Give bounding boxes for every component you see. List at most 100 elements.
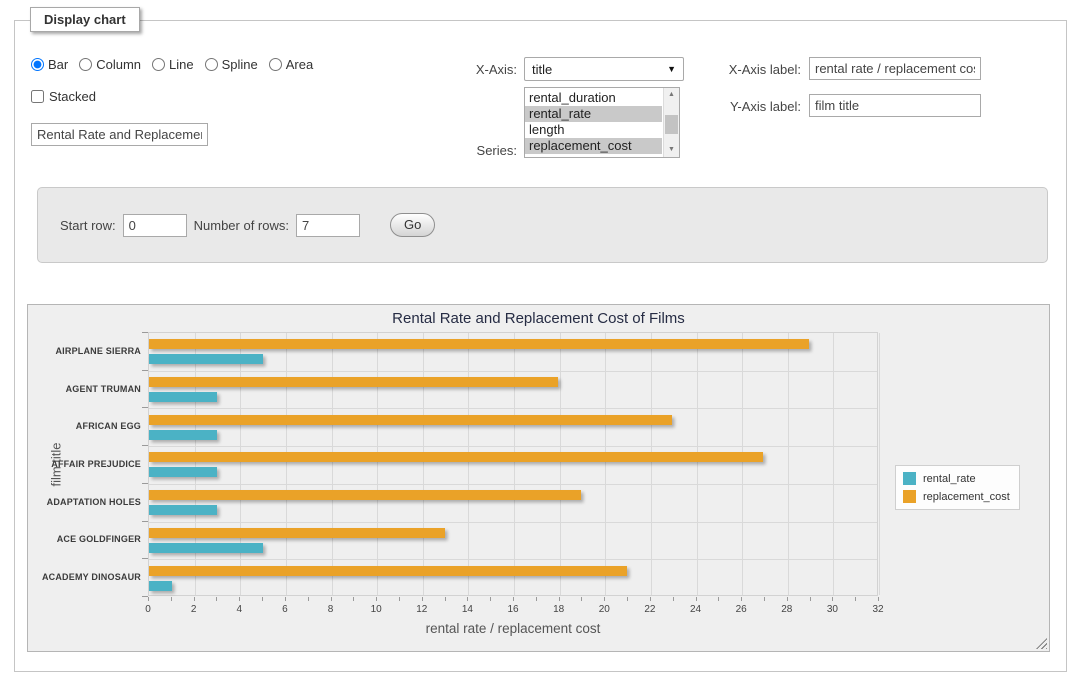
- x-tick-label: 30: [827, 604, 838, 615]
- x-tick: [239, 597, 240, 601]
- series-option-rental_duration[interactable]: rental_duration: [525, 90, 662, 106]
- panel-legend: Display chart: [30, 7, 140, 32]
- replacement_cost-bar: [149, 490, 581, 500]
- chart-type-option-line[interactable]: Line: [152, 57, 194, 72]
- x-tick-label: 32: [872, 604, 883, 615]
- chart-type-radio-bar[interactable]: [31, 58, 44, 71]
- x-tick-label: 18: [553, 604, 564, 615]
- category-label: AIRPLANE SIERRA: [28, 346, 141, 356]
- x-tick: [741, 597, 742, 601]
- x-tick: [855, 597, 856, 601]
- series-listbox[interactable]: rental_durationrental_ratelengthreplacem…: [524, 87, 680, 158]
- resize-grip-icon[interactable]: [1036, 638, 1047, 649]
- x-tick: [331, 597, 332, 601]
- x-tick: [718, 597, 719, 601]
- chart-type-radio-column[interactable]: [79, 58, 92, 71]
- chart-type-option-column[interactable]: Column: [79, 57, 141, 72]
- category-label: ADAPTATION HOLES: [28, 497, 141, 507]
- stacked-checkbox[interactable]: [31, 90, 44, 103]
- bar-chart: Rental Rate and Replacement Cost of Film…: [27, 304, 1050, 652]
- start-row-label: Start row:: [60, 218, 116, 233]
- x-axis-select[interactable]: title ▼: [524, 57, 684, 81]
- chart-title-input[interactable]: [31, 123, 208, 146]
- start-row-input[interactable]: [123, 214, 187, 237]
- chart-type-radio-line[interactable]: [152, 58, 165, 71]
- x-tick: [673, 597, 674, 601]
- series-select-label: Series:: [461, 143, 517, 158]
- gridline: [879, 333, 880, 595]
- category-label: AFFAIR PREJUDICE: [28, 459, 141, 469]
- y-tick: [142, 407, 148, 408]
- x-tick: [490, 597, 491, 601]
- legend-swatch-icon: [903, 490, 916, 503]
- category-label: ACE GOLDFINGER: [28, 534, 141, 544]
- chart-type-option-bar[interactable]: Bar: [31, 57, 68, 72]
- x-tick: [467, 597, 468, 601]
- bar-group-ace-goldfinger: [149, 522, 877, 560]
- x-tick: [787, 597, 788, 601]
- bar-group-airplane-sierra: [149, 333, 877, 371]
- replacement_cost-bar: [149, 415, 672, 425]
- x-tick: [262, 597, 263, 601]
- go-button[interactable]: Go: [390, 213, 435, 237]
- x-tick: [148, 597, 149, 601]
- chart-type-option-spline[interactable]: Spline: [205, 57, 258, 72]
- x-axis-label-input[interactable]: [809, 57, 981, 80]
- rental_rate-bar: [149, 430, 217, 440]
- x-tick: [194, 597, 195, 601]
- rental_rate-bar: [149, 581, 172, 591]
- y-axis-label-input[interactable]: [809, 94, 981, 117]
- chart-type-option-area[interactable]: Area: [269, 57, 313, 72]
- x-tick-label: 22: [644, 604, 655, 615]
- y-tick: [142, 558, 148, 559]
- y-tick: [142, 445, 148, 446]
- series-scrollbar[interactable]: ▲ ▼: [663, 88, 679, 157]
- series-option-rental_rate[interactable]: rental_rate: [525, 106, 662, 122]
- series-option-length[interactable]: length: [525, 122, 662, 138]
- replacement_cost-bar: [149, 566, 627, 576]
- chart-type-radio-label: Line: [169, 57, 194, 72]
- x-tick: [422, 597, 423, 601]
- bar-group-affair-prejudice: [149, 446, 877, 484]
- x-tick: [764, 597, 765, 601]
- legend-swatch-icon: [903, 472, 916, 485]
- scroll-down-icon[interactable]: ▼: [664, 143, 679, 157]
- x-tick-label: 14: [462, 604, 473, 615]
- x-tick: [536, 597, 537, 601]
- x-tick: [559, 597, 560, 601]
- x-tick-label: 2: [191, 604, 197, 615]
- x-tick: [376, 597, 377, 601]
- number-of-rows-label: Number of rows:: [194, 218, 289, 233]
- x-tick-label: 16: [507, 604, 518, 615]
- y-tick: [142, 483, 148, 484]
- category-label: AFRICAN EGG: [28, 421, 141, 431]
- x-tick: [513, 597, 514, 601]
- legend-item-replacement_cost: replacement_cost: [903, 490, 1010, 503]
- chart-type-radio-label: Column: [96, 57, 141, 72]
- x-tick: [353, 597, 354, 601]
- replacement_cost-bar: [149, 377, 558, 387]
- x-tick-label: 10: [371, 604, 382, 615]
- chart-legend: rental_ratereplacement_cost: [895, 465, 1020, 510]
- scrollbar-thumb[interactable]: [665, 115, 678, 134]
- stacked-option[interactable]: Stacked: [31, 89, 96, 104]
- number-of-rows-input[interactable]: [296, 214, 360, 237]
- x-tick: [696, 597, 697, 601]
- series-option-replacement_cost[interactable]: replacement_cost: [525, 138, 662, 154]
- chart-type-radio-label: Spline: [222, 57, 258, 72]
- x-tick: [171, 597, 172, 601]
- x-tick: [878, 597, 879, 601]
- x-tick-label: 8: [328, 604, 334, 615]
- x-tick-label: 20: [599, 604, 610, 615]
- x-tick: [581, 597, 582, 601]
- scroll-up-icon[interactable]: ▲: [664, 88, 679, 102]
- y-tick: [142, 370, 148, 371]
- rental_rate-bar: [149, 467, 217, 477]
- chart-type-radio-area[interactable]: [269, 58, 282, 71]
- replacement_cost-bar: [149, 339, 809, 349]
- x-tick: [399, 597, 400, 601]
- chart-type-radio-spline[interactable]: [205, 58, 218, 71]
- x-tick: [832, 597, 833, 601]
- chart-type-radio-label: Bar: [48, 57, 68, 72]
- x-tick: [627, 597, 628, 601]
